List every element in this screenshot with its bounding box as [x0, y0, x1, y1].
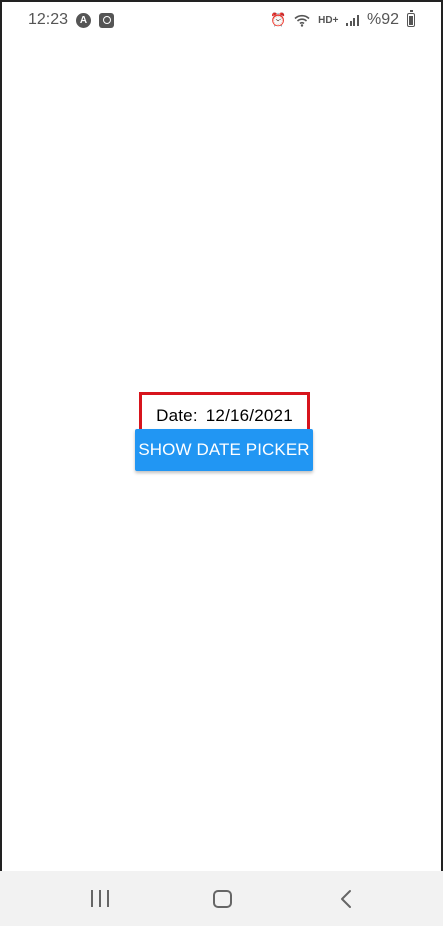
signal-icon	[346, 14, 359, 26]
camera-app-icon	[99, 12, 115, 28]
battery-icon	[407, 10, 415, 27]
recent-apps-button[interactable]	[70, 871, 130, 926]
hd-voice-label: HD+	[318, 14, 339, 26]
status-left: 12:23 A	[28, 11, 115, 29]
status-right: ⏰ HD+ %92	[269, 10, 415, 29]
date-label: Date:	[156, 406, 198, 425]
phone-screen: 12:23 A ⏰ HD+ %92 Date:12/16/2021 SHOW	[0, 0, 443, 926]
status-time: 12:23	[28, 11, 69, 28]
date-display: Date: 12/16/2021	[139, 406, 310, 426]
status-bar: 12:23 A ⏰ HD+ %92	[2, 2, 441, 38]
show-date-picker-button[interactable]: SHOW DATE PICKER	[135, 429, 313, 471]
home-button[interactable]	[192, 871, 252, 926]
home-icon	[212, 889, 232, 908]
back-icon	[341, 889, 351, 908]
battery-percent: %92	[366, 11, 399, 28]
navigation-bar	[0, 871, 443, 926]
date-value: 12/16/2021	[205, 406, 293, 425]
back-button[interactable]	[316, 871, 376, 926]
wifi-icon	[294, 14, 310, 27]
alarm-icon: ⏰	[269, 12, 287, 27]
recent-apps-icon	[91, 890, 109, 907]
arrow-app-icon: A	[76, 12, 92, 28]
